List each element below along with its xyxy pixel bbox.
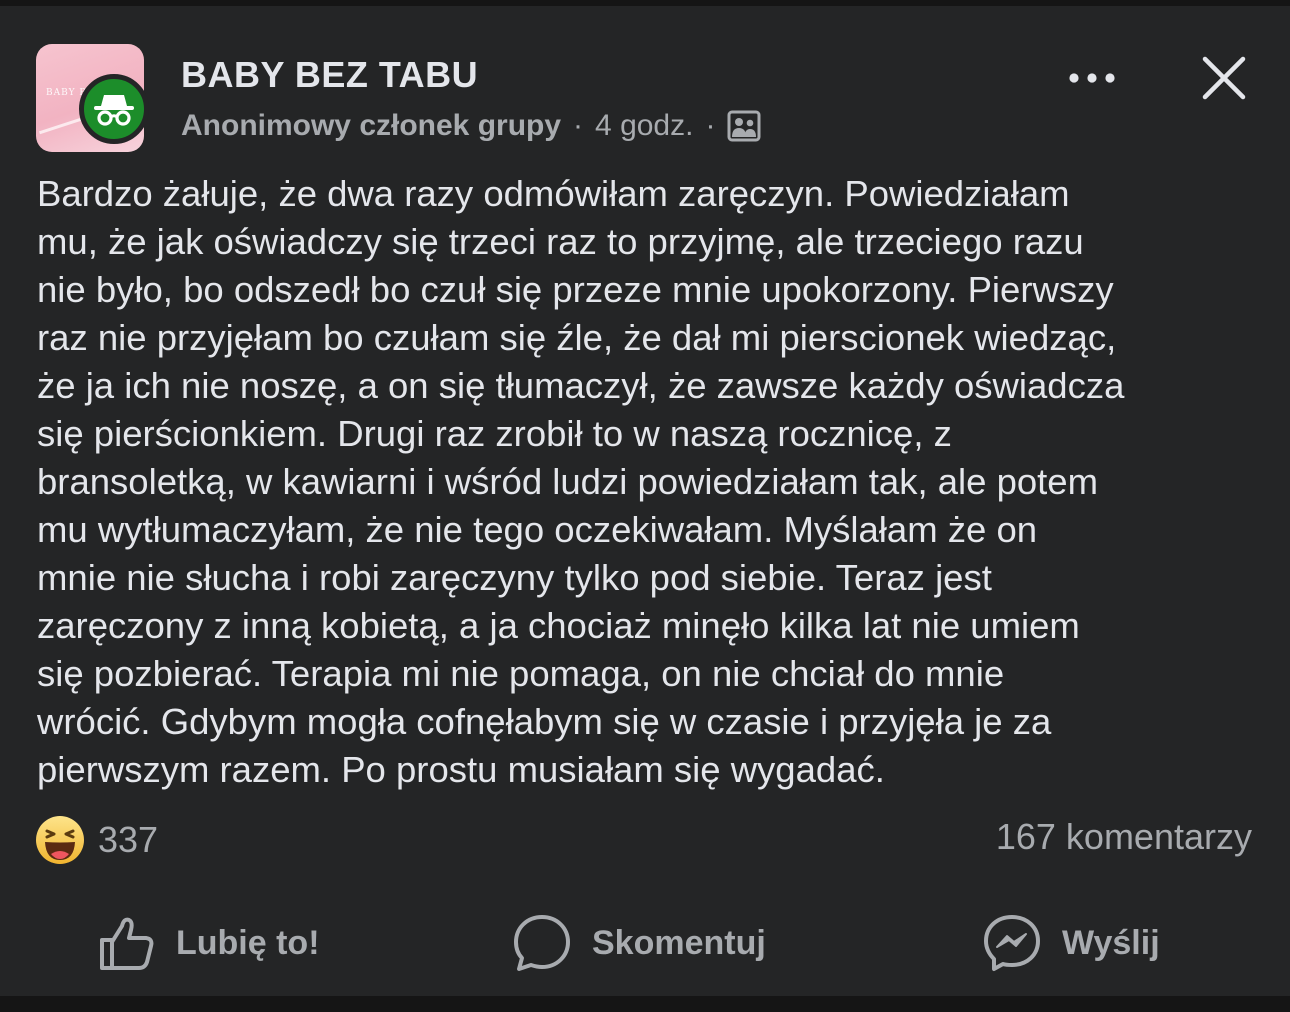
messenger-icon xyxy=(984,915,1040,971)
post-text-line: mnie nie słucha i robi zaręczyny tylko p… xyxy=(37,557,992,598)
group-members-icon[interactable] xyxy=(727,110,761,142)
group-avatar[interactable]: BABY B xyxy=(36,44,149,152)
close-icon xyxy=(1202,56,1246,100)
more-options-icon xyxy=(1069,73,1115,83)
more-options-button[interactable] xyxy=(1062,58,1122,98)
post-body: Bardzo żałuje, że dwa razy odmówiłam zar… xyxy=(37,170,1267,794)
reactions-summary[interactable]: 337 xyxy=(34,814,158,866)
post-text-line: Bardzo żałuje, że dwa razy odmówiłam zar… xyxy=(37,173,1070,214)
incognito-icon xyxy=(79,74,149,144)
post-text-line: że ja ich nie noszę, a on się tłumaczył,… xyxy=(37,365,1125,406)
like-label: Lubię to! xyxy=(176,923,320,962)
haha-reaction-icon xyxy=(36,816,84,864)
send-button[interactable]: Wyślij xyxy=(982,908,1160,978)
author-name: Anonimowy członek grupy xyxy=(181,109,562,142)
comment-bubble-icon xyxy=(514,915,570,971)
send-label: Wyślij xyxy=(1062,923,1160,962)
post-time[interactable]: 4 godz. xyxy=(595,109,693,143)
reaction-count: 337 xyxy=(98,819,159,860)
comment-button[interactable]: Skomentuj xyxy=(512,908,766,978)
meta-separator: · xyxy=(573,109,584,142)
post-text-line: się pozbierać. Terapia mi nie pomaga, on… xyxy=(37,653,1005,694)
thumbs-up-icon xyxy=(100,917,154,970)
post-text-line: raz nie przyjęłam bo czułam się źle, że … xyxy=(37,317,1117,358)
post-text-line: wrócić. Gdybym mogła cofnęłabym się w cz… xyxy=(37,701,1052,742)
post-text-line: się pierścionkiem. Drugi raz zrobił to w… xyxy=(37,413,952,454)
post-text-line: pierwszym razem. Po prostu musiałam się … xyxy=(37,749,885,790)
like-button[interactable]: Lubię to! xyxy=(98,908,320,978)
post-text-line: nie było, bo odszedł bo czuł się przeze … xyxy=(37,269,1114,310)
comment-label: Skomentuj xyxy=(592,923,766,962)
close-button[interactable] xyxy=(1196,50,1252,106)
comments-count[interactable]: 167 komentarzy xyxy=(996,816,1252,858)
group-name[interactable]: BABY BEZ TABU xyxy=(181,54,478,96)
post-text-line: mu wytłumaczyłam, że nie tego oczekiwała… xyxy=(37,509,1038,550)
meta-separator: · xyxy=(705,109,716,142)
post-meta: Anonimowy członek grupy · 4 godz. · xyxy=(181,109,761,143)
post-text-line: zaręczony z inną kobietą, a ja chociaż m… xyxy=(37,605,1080,646)
post-text-line: bransoletką, w kawiarni i wśród ludzi po… xyxy=(37,461,1099,502)
post-card: BABY B BABY BEZ TABU Anonimowy członek g… xyxy=(0,0,1290,1012)
post-text-line: mu, że jak oświadczy się trzeci raz to p… xyxy=(37,221,1084,262)
